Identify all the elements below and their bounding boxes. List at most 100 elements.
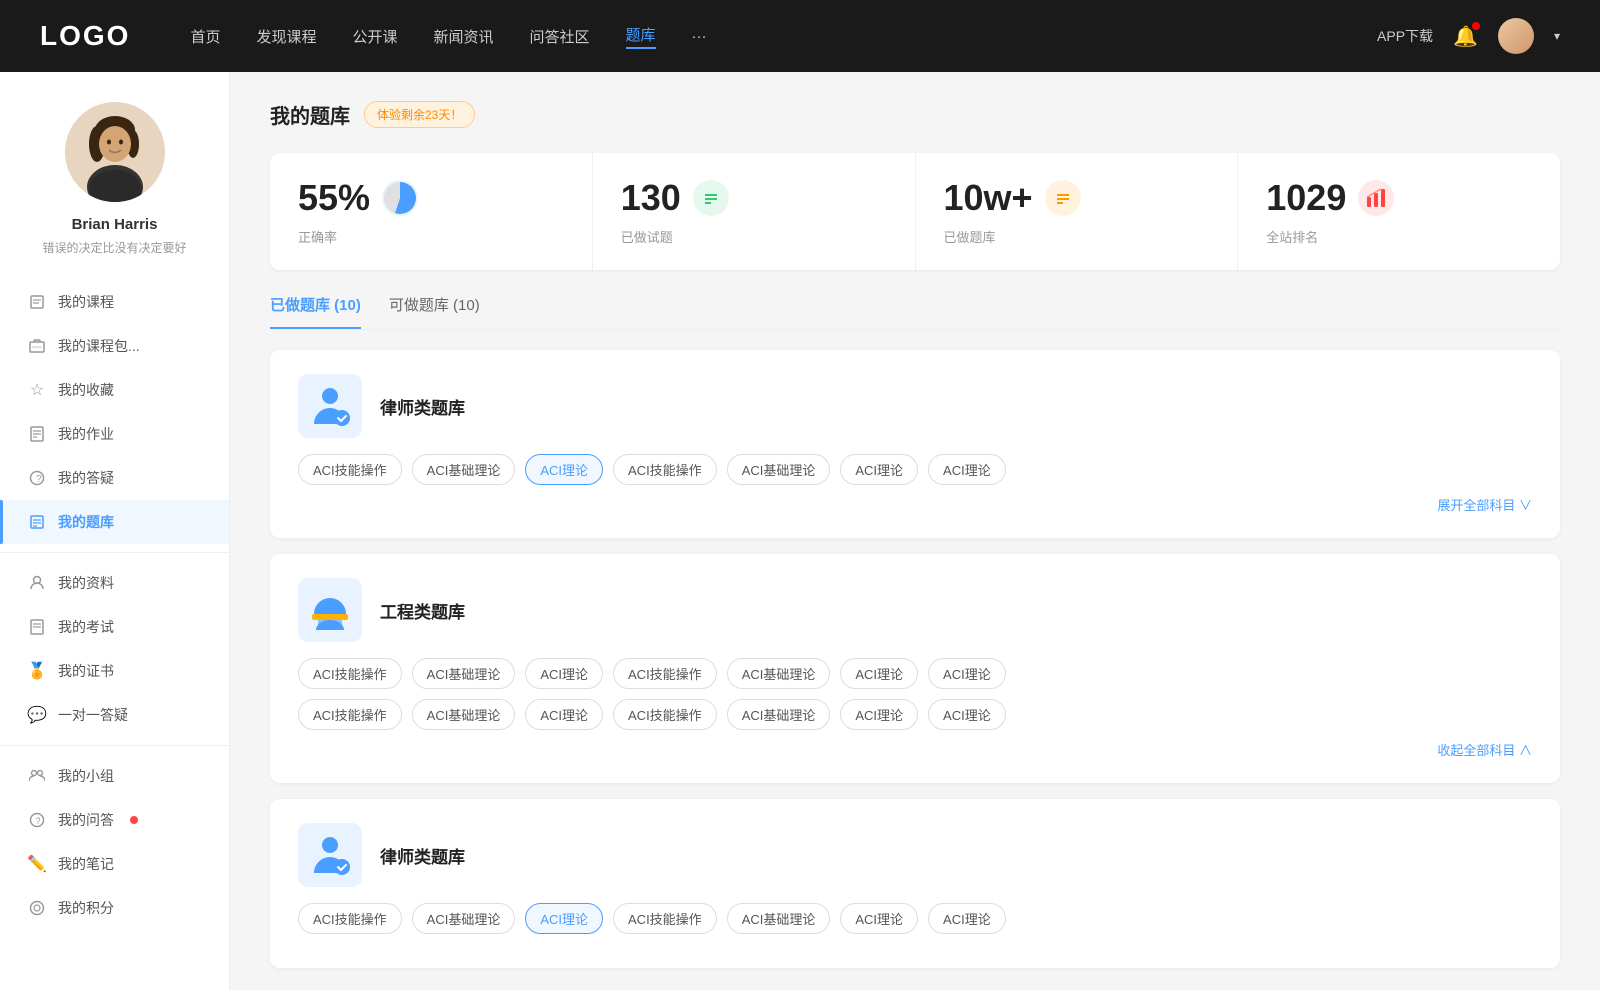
site-rank-label: 全站排名 [1266,227,1532,246]
qbank-card-3-tags: ACI技能操作 ACI基础理论 ACI理论 ACI技能操作 ACI基础理论 AC… [298,903,1532,934]
tag-law3-0[interactable]: ACI技能操作 [298,903,402,934]
tag-5[interactable]: ACI理论 [840,454,918,485]
qbank-card-2-title: 工程类题库 [380,598,465,623]
tag-1[interactable]: ACI基础理论 [412,454,516,485]
tab-available-banks[interactable]: 可做题库 (10) [389,294,480,329]
tag-law3-2[interactable]: ACI理论 [525,903,603,934]
nav-right: APP下载 🔔 ▾ [1377,18,1560,54]
stat-correct-rate-main: 55% [298,177,564,219]
tag-law3-5[interactable]: ACI理论 [840,903,918,934]
sidebar-label-qbank: 我的题库 [58,512,114,532]
tag-eng-7[interactable]: ACI技能操作 [298,699,402,730]
sidebar-label-cert: 我的证书 [58,661,114,681]
sidebar-label-one-on-one: 一对一答疑 [58,705,128,725]
sidebar-menu: 我的课程 我的课程包... ☆ 我的收藏 我的作业 ? [0,280,229,930]
site-rank-value: 1029 [1266,177,1346,219]
tag-eng-6[interactable]: ACI理论 [928,658,1006,689]
app-download-button[interactable]: APP下载 [1377,26,1433,46]
sidebar-label-notes: 我的笔记 [58,854,114,874]
tag-eng-2[interactable]: ACI理论 [525,658,603,689]
sidebar-label-points: 我的积分 [58,898,114,918]
logo[interactable]: LOGO [40,20,130,52]
tag-eng-11[interactable]: ACI基础理论 [727,699,831,730]
user-motto: 错误的决定比没有决定要好 [42,239,186,256]
tag-law3-6[interactable]: ACI理论 [928,903,1006,934]
my-courses-icon [28,293,46,311]
navbar: LOGO 首页 发现课程 公开课 新闻资讯 问答社区 题库 ··· APP下载 … [0,0,1600,72]
homework-icon [28,425,46,443]
notification-dot [1472,22,1480,30]
tag-eng-9[interactable]: ACI理论 [525,699,603,730]
tag-eng-13[interactable]: ACI理论 [928,699,1006,730]
tag-3[interactable]: ACI技能操作 [613,454,717,485]
sidebar-item-my-courses[interactable]: 我的课程 [0,280,229,324]
tag-eng-0[interactable]: ACI技能操作 [298,658,402,689]
tag-0[interactable]: ACI技能操作 [298,454,402,485]
sidebar-label-my-qa: 我的答疑 [58,468,114,488]
tag-2[interactable]: ACI理论 [525,454,603,485]
qbank-card-2: 工程类题库 ACI技能操作 ACI基础理论 ACI理论 ACI技能操作 ACI基… [270,554,1560,783]
tag-eng-8[interactable]: ACI基础理论 [412,699,516,730]
svg-text:?: ? [36,474,42,485]
tag-6[interactable]: ACI理论 [928,454,1006,485]
stat-done-banks-main: 10w+ [944,177,1210,219]
sidebar-label-my-courses: 我的课程 [58,292,114,312]
sidebar-item-my-qa[interactable]: ? 我的答疑 [0,456,229,500]
favorites-icon: ☆ [28,381,46,399]
qbank-card-2-tags-row2: ACI技能操作 ACI基础理论 ACI理论 ACI技能操作 ACI基础理论 AC… [298,699,1532,730]
sidebar-item-profile[interactable]: 我的资料 [0,561,229,605]
cert-icon: 🏅 [28,662,46,680]
nav-news[interactable]: 新闻资讯 [434,26,494,47]
qbank-card-1-title: 律师类题库 [380,394,465,419]
qbank-card-2-icon [298,578,362,642]
nav-qa[interactable]: 问答社区 [530,26,590,47]
qbank-card-3-title: 律师类题库 [380,843,465,868]
course-pack-icon [28,337,46,355]
sidebar-item-qbank[interactable]: 我的题库 [0,500,229,544]
user-name: Brian Harris [72,216,158,233]
tag-eng-1[interactable]: ACI基础理论 [412,658,516,689]
main-layout: Brian Harris 错误的决定比没有决定要好 我的课程 我的课程包... … [0,72,1600,990]
tag-law3-1[interactable]: ACI基础理论 [412,903,516,934]
sidebar: Brian Harris 错误的决定比没有决定要好 我的课程 我的课程包... … [0,72,230,990]
avatar[interactable] [1498,18,1534,54]
pie-chart [384,182,416,214]
sidebar-item-homework[interactable]: 我的作业 [0,412,229,456]
tag-law3-3[interactable]: ACI技能操作 [613,903,717,934]
profile-dropdown-arrow[interactable]: ▾ [1554,29,1560,43]
sidebar-label-favorites: 我的收藏 [58,380,114,400]
content-area: 我的题库 体验剩余23天！ 55% 正确率 130 [230,72,1600,990]
notification-bell[interactable]: 🔔 [1453,24,1478,49]
tag-eng-12[interactable]: ACI理论 [840,699,918,730]
tag-4[interactable]: ACI基础理论 [727,454,831,485]
sidebar-item-points[interactable]: 我的积分 [0,886,229,930]
nav-more[interactable]: ··· [692,28,707,45]
sidebar-label-profile: 我的资料 [58,573,114,593]
sidebar-item-course-pack[interactable]: 我的课程包... [0,324,229,368]
sidebar-item-group[interactable]: 我的小组 [0,754,229,798]
sidebar-item-notes[interactable]: ✏️ 我的笔记 [0,842,229,886]
tag-law3-4[interactable]: ACI基础理论 [727,903,831,934]
page-title: 我的题库 [270,100,350,129]
collapse-link-2[interactable]: 收起全部科目 ∧ [298,740,1532,759]
expand-link-1[interactable]: 展开全部科目 ∨ [298,495,1532,514]
tag-eng-3[interactable]: ACI技能操作 [613,658,717,689]
tab-done-banks[interactable]: 已做题库 (10) [270,294,361,329]
sidebar-item-one-on-one[interactable]: 💬 一对一答疑 [0,693,229,737]
nav-home[interactable]: 首页 [190,26,220,47]
sidebar-item-cert[interactable]: 🏅 我的证书 [0,649,229,693]
nav-open-course[interactable]: 公开课 [352,26,397,47]
tag-eng-4[interactable]: ACI基础理论 [727,658,831,689]
my-qa-icon: ? [28,469,46,487]
tag-eng-5[interactable]: ACI理论 [840,658,918,689]
menu-divider-1 [0,552,229,553]
sidebar-item-exams[interactable]: 我的考试 [0,605,229,649]
sidebar-label-group: 我的小组 [58,766,114,786]
sidebar-item-favorites[interactable]: ☆ 我的收藏 [0,368,229,412]
qbank-card-3-icon [298,823,362,887]
sidebar-item-questions[interactable]: ? 我的问答 [0,798,229,842]
nav-question-bank[interactable]: 题库 [626,24,656,49]
tag-eng-10[interactable]: ACI技能操作 [613,699,717,730]
done-banks-icon [1045,180,1081,216]
nav-discover[interactable]: 发现课程 [256,26,316,47]
